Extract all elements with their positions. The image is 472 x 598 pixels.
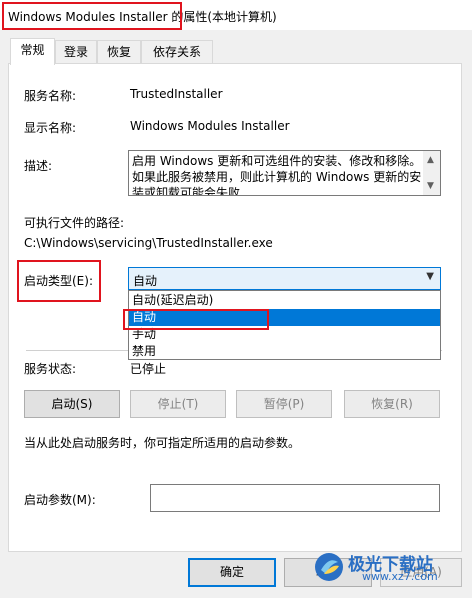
service-status-label: 服务状态: [24,362,77,376]
description-scrollbar[interactable]: ▲ ▼ [423,151,440,195]
pause-button[interactable]: 暂停(P) [236,390,332,418]
tab-recovery[interactable]: 恢复 [97,40,141,63]
exe-path-label: 可执行文件的路径: [24,216,125,230]
service-name-label: 服务名称: [24,89,77,103]
watermark-logo-icon [315,553,343,581]
resume-button[interactable]: 恢复(R) [344,390,440,418]
tab-logon[interactable]: 登录 [55,40,97,63]
highlight-box-auto-option [123,309,269,330]
start-params-label: 启动参数(M): [24,493,96,507]
stop-button[interactable]: 停止(T) [130,390,226,418]
description-box[interactable]: 启用 Windows 更新和可选组件的安装、修改和移除。如果此服务被禁用，则此计… [128,150,441,196]
start-button[interactable]: 启动(S) [24,390,120,418]
watermark-url: www.xz7.com [362,570,438,583]
option-disabled[interactable]: 禁用 [129,343,440,360]
start-params-hint: 当从此处启动服务时，你可指定所适用的启动参数。 [24,436,301,450]
description-text: 启用 Windows 更新和可选组件的安装、修改和移除。如果此服务被禁用，则此计… [132,154,422,196]
chevron-down-icon[interactable]: ▼ [426,271,434,282]
highlight-box-startup-label [17,260,101,302]
start-params-input[interactable] [150,484,440,512]
startup-type-selected: 自动 [133,274,158,288]
display-name-value: Windows Modules Installer [130,119,290,133]
exe-path-value: C:\Windows\servicing\TrustedInstaller.ex… [24,236,273,250]
window-title-suffix: 的属性(本地计算机) [167,10,277,24]
scroll-up-icon[interactable]: ▲ [427,155,434,165]
watermark: 极光下载站 www.xz7.com [312,548,462,588]
highlight-box-title [2,2,182,30]
startup-type-select[interactable]: 自动 ▼ [128,267,441,290]
service-name-value: TrustedInstaller [130,87,223,101]
description-label: 描述: [24,159,53,173]
ok-button[interactable]: 确定 [188,558,276,587]
service-status-value: 已停止 [130,362,167,376]
scroll-down-icon[interactable]: ▼ [427,181,434,191]
tab-general[interactable]: 常规 [10,38,55,65]
option-auto-delayed[interactable]: 自动(延迟启动) [129,292,440,309]
display-name-label: 显示名称: [24,121,77,135]
tab-dependencies[interactable]: 依存关系 [141,40,213,63]
